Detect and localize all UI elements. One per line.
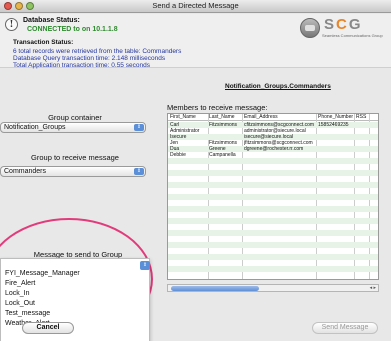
menu-item[interactable]: Lock_In: [5, 290, 30, 297]
group-container-value: Notification_Groups: [4, 124, 66, 131]
title-bar: Send a Directed Message: [0, 0, 391, 13]
info-icon: !: [5, 18, 18, 31]
group-container-label: Group container: [48, 113, 102, 122]
menu-item[interactable]: Test_message: [5, 310, 50, 317]
column-header[interactable]: First_Name: [170, 114, 208, 120]
updown-arrow-icon: ⇕: [134, 168, 144, 175]
scroll-arrows-icon[interactable]: ◂ ▸: [370, 285, 376, 291]
horizontal-scrollbar[interactable]: ◂ ▸: [167, 284, 379, 292]
send-message-window: Send a Directed Message ! Database Statu…: [0, 0, 391, 341]
menu-item[interactable]: FYI_Message_Manager: [5, 270, 80, 277]
logo-mark-icon: [300, 18, 320, 38]
cancel-button[interactable]: Cancel: [22, 322, 74, 334]
group-to-receive-value: Commanders: [4, 168, 47, 175]
group-to-receive-select[interactable]: Commanders ⇕: [0, 166, 146, 177]
menu-item[interactable]: Lock_Out: [5, 300, 35, 307]
logo-subtitle: Seamless Communications Group: [322, 33, 383, 38]
transaction-line: Total Application transaction time: 0.55…: [13, 62, 150, 69]
status-panel: ! Database Status: CONNECTED to on 10.1.…: [0, 14, 391, 69]
connection-status: CONNECTED to on 10.1.1.8: [27, 26, 118, 33]
members-label: Members to receive message:: [167, 103, 268, 112]
members-table[interactable]: First_Name Last_Name Email_Address Phone…: [167, 113, 379, 280]
updown-arrow-icon: ⇕: [134, 124, 144, 131]
transaction-line: 6 total records were retrieved from the …: [13, 48, 182, 55]
menu-item[interactable]: Fire_Alert: [5, 280, 35, 287]
send-message-button[interactable]: Send Message: [312, 322, 378, 334]
column-header[interactable]: Last_Name: [209, 114, 241, 120]
column-header[interactable]: RSS: [356, 114, 376, 120]
database-status-label: Database Status:: [23, 17, 80, 24]
column-header[interactable]: Email_Address: [244, 114, 316, 120]
group-to-receive-label: Group to receive message: [31, 153, 119, 162]
logo-text: SCG: [324, 16, 363, 33]
transaction-status-label: Transaction Status:: [13, 39, 74, 46]
scroll-thumb[interactable]: [171, 286, 259, 291]
table-header: First_Name Last_Name Email_Address Phone…: [168, 114, 378, 121]
column-header[interactable]: Phone_Number: [318, 114, 353, 120]
updown-arrow-icon[interactable]: ⇕: [140, 261, 150, 270]
window-title: Send a Directed Message: [152, 1, 239, 10]
transaction-line: Database Query transaction time: 2.148 m…: [13, 55, 166, 62]
company-logo: SCG Seamless Communications Group: [300, 16, 391, 40]
group-container-select[interactable]: Notification_Groups ⇕: [0, 122, 146, 133]
notification-path: Notification_Groups.Commanders: [225, 83, 331, 90]
